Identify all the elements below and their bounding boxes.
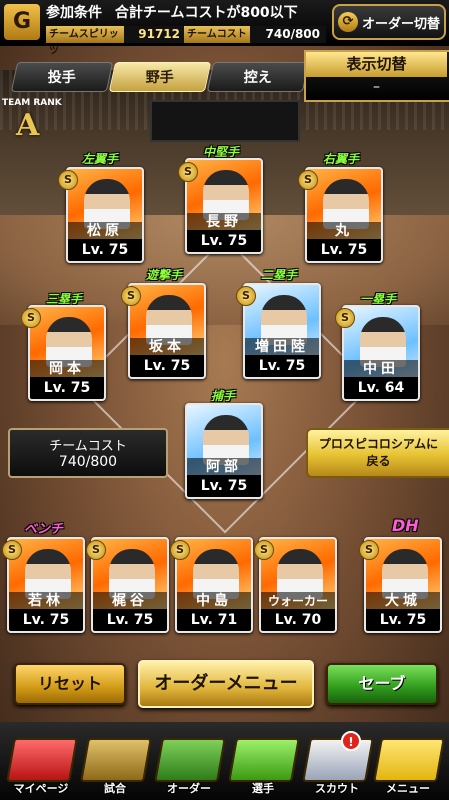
player-level: Lv. 75 (187, 475, 261, 497)
player-name: 増田陸 (245, 338, 319, 356)
nav-player-label: 選手 (252, 782, 274, 795)
nav-player[interactable]: 選手 (222, 736, 304, 798)
player-level: Lv. 75 (307, 239, 381, 261)
s-rank-badge-icon: S (21, 308, 41, 328)
nav-match[interactable]: 試合 (74, 736, 156, 798)
position-label-c: 捕手 (211, 389, 236, 403)
scout-icon (302, 738, 374, 782)
player-name: 阿部 (187, 458, 261, 476)
giants-emblem-icon: G (4, 4, 40, 40)
s-rank-badge-icon: S (335, 308, 355, 328)
player-level: Lv. 64 (344, 377, 418, 399)
back-to-colosseum-button[interactable]: プロスピコロシアムに 戻る (306, 428, 449, 478)
nav-mypage[interactable]: マイページ (0, 736, 82, 798)
s-rank-badge-icon: S (58, 170, 78, 190)
bench-label: ベンチ (24, 522, 64, 537)
player-level: Lv. 75 (130, 355, 204, 377)
team-rank-label: TEAM RANK (2, 98, 62, 108)
player-name: 若林 (9, 592, 83, 610)
player-level: Lv. 75 (366, 609, 440, 631)
player-icon (228, 738, 300, 782)
order-switch-button[interactable]: ⟳ オーダー切替 (332, 4, 446, 40)
nav-scout[interactable]: スカウト (296, 736, 378, 798)
nav-order[interactable]: オーダー (148, 736, 230, 798)
player-level: Lv. 75 (93, 609, 167, 631)
display-switch-button[interactable]: 表示切替 – (304, 50, 449, 102)
condition-label: 参加条件 (46, 5, 102, 21)
nav-menu[interactable]: メニュー (367, 736, 449, 798)
position-label-rf: 右翼手 (323, 152, 360, 166)
dh-label: DH (392, 516, 419, 535)
nav-menu-label: メニュー (386, 782, 430, 795)
team-spirit-value: 91712 (124, 26, 184, 43)
s-rank-badge-icon: S (236, 286, 256, 306)
player-name: 中島 (177, 592, 251, 610)
player-name: 坂本 (130, 338, 204, 356)
back-button-line1: プロスピコロシアムに (318, 437, 439, 451)
player-level: Lv. 71 (177, 609, 251, 631)
condition-text: 合計チームコストが800以下 (114, 5, 298, 21)
tab-reserve[interactable]: 控え (206, 62, 310, 92)
s-rank-badge-icon: S (86, 540, 106, 560)
team-spirit-label: チームスピリッツ (46, 26, 124, 57)
order-menu-button[interactable]: オーダーメニュー (138, 660, 314, 708)
player-level: Lv. 75 (9, 609, 83, 631)
player-level: Lv. 75 (30, 377, 104, 399)
menu-icon (373, 738, 445, 782)
tab-reserve-label: 控え (243, 70, 272, 86)
display-switch-value: – (373, 79, 380, 95)
player-name: 岡本 (30, 360, 104, 378)
tab-fielder[interactable]: 野手 (108, 62, 212, 92)
reset-button[interactable]: リセット (14, 663, 126, 705)
s-rank-badge-icon: S (170, 540, 190, 560)
team-rank-value: A (16, 108, 40, 143)
back-button-line2: 戻る (366, 454, 391, 468)
player-level: Lv. 75 (187, 230, 261, 252)
player-name: 長野 (187, 213, 261, 231)
nav-scout-label: スカウト (315, 782, 359, 795)
player-card-c[interactable]: 阿部 Lv. 75 (185, 403, 263, 499)
team-cost-box-title: チームコスト (49, 439, 127, 454)
order-switch-label: オーダー切替 (361, 16, 440, 32)
field-order-icon (154, 738, 226, 782)
scout-alert-badge: ! (341, 731, 361, 751)
player-name: ウォーカー (261, 592, 335, 610)
s-rank-badge-icon: S (121, 286, 141, 306)
nav-match-label: 試合 (104, 782, 126, 795)
display-switch-title: 表示切替 (306, 52, 447, 77)
s-rank-badge-icon: S (298, 170, 318, 190)
player-name: 梶谷 (93, 592, 167, 610)
player-name: 丸 (307, 222, 381, 240)
player-name: 中田 (344, 360, 418, 378)
scoreboard (150, 100, 300, 142)
team-cost-label: チームコスト (184, 26, 250, 43)
tab-fielder-label: 野手 (145, 70, 174, 86)
swap-icon: ⟳ (337, 12, 358, 32)
s-rank-badge-icon: S (178, 162, 198, 182)
mypage-icon (6, 738, 78, 782)
tab-pitcher-label: 投手 (47, 70, 76, 86)
stadium-icon (80, 738, 152, 782)
nav-mypage-label: マイページ (13, 782, 69, 795)
player-name: 大城 (366, 592, 440, 610)
team-cost-box: チームコスト 740/800 (8, 428, 168, 478)
team-cost-box-value: 740/800 (58, 454, 118, 470)
player-name: 松原 (68, 222, 142, 240)
s-rank-badge-icon: S (359, 540, 379, 560)
position-label-ss: 遊撃手 (146, 268, 183, 282)
position-label-lf: 左翼手 (82, 152, 119, 166)
participation-condition: 参加条件 合計チームコストが800以下 (46, 2, 298, 22)
nav-order-label: オーダー (167, 782, 211, 795)
player-level: Lv. 70 (261, 609, 335, 631)
player-level: Lv. 75 (245, 355, 319, 377)
tab-pitcher[interactable]: 投手 (10, 62, 114, 92)
position-label-2b: 二塁手 (261, 268, 298, 282)
s-rank-badge-icon: S (254, 540, 274, 560)
player-level: Lv. 75 (68, 239, 142, 261)
save-button[interactable]: セーブ (326, 663, 438, 705)
team-cost-value: 740/800 (250, 26, 326, 43)
s-rank-badge-icon: S (2, 540, 22, 560)
